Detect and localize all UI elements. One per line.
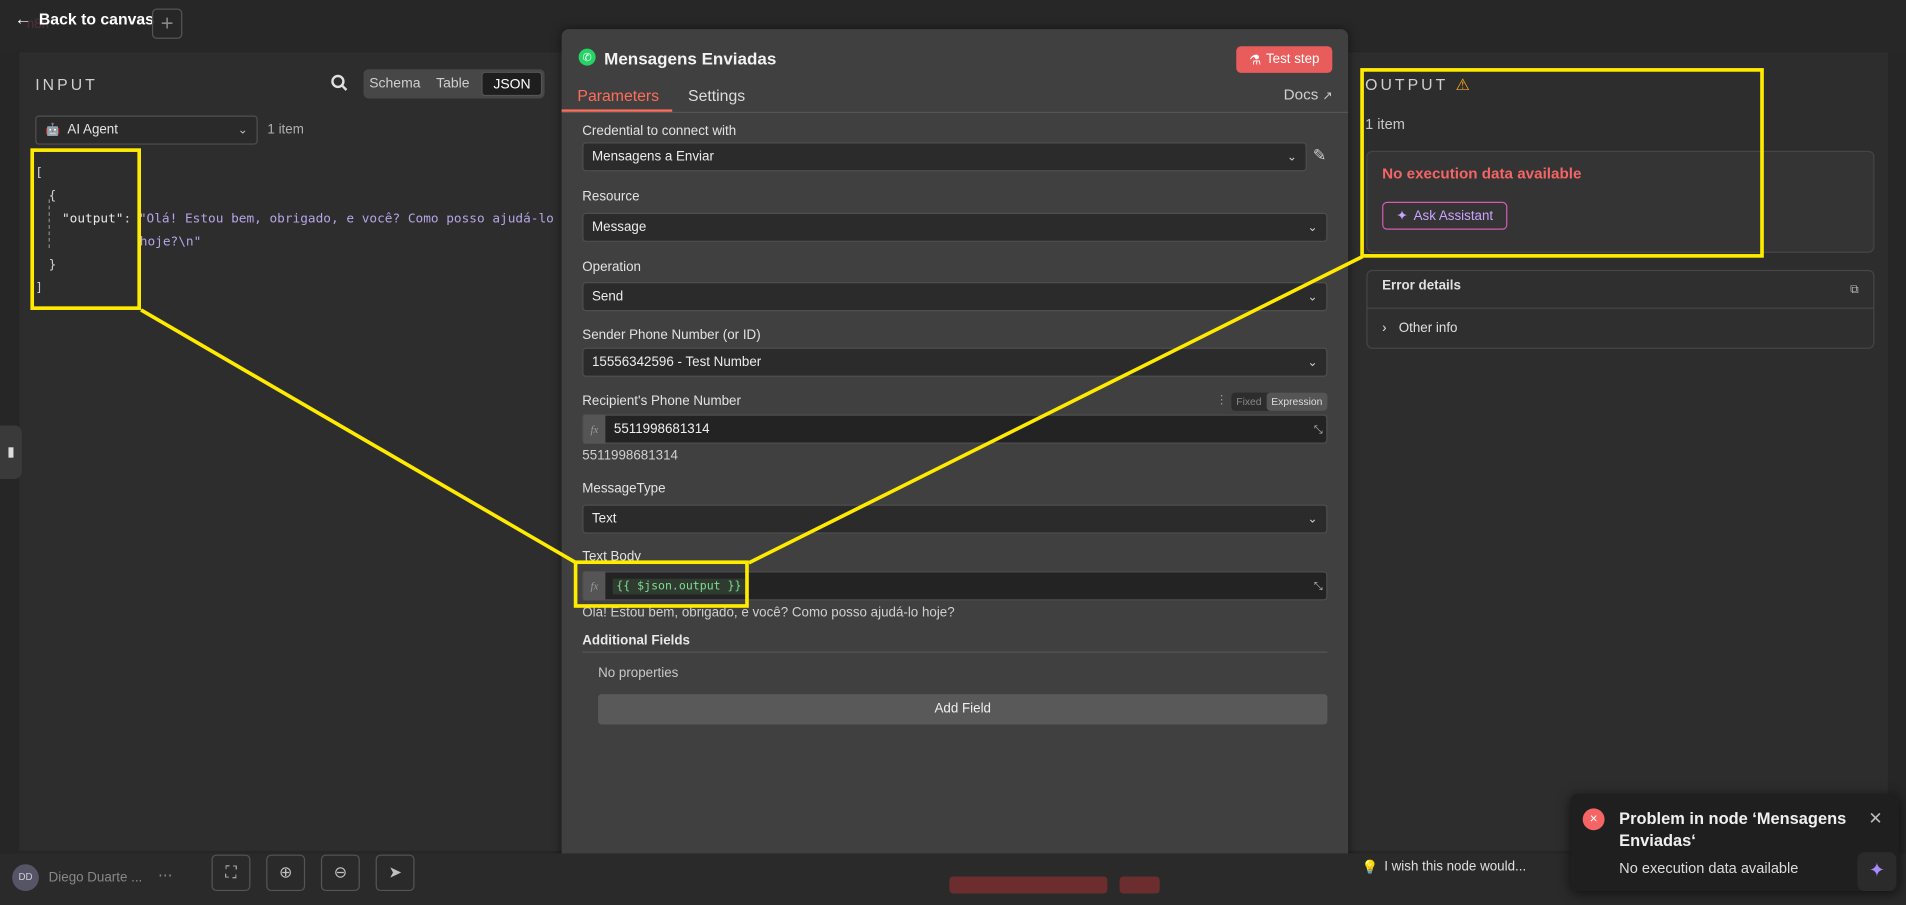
highlight-connector-lines: [140, 254, 1364, 565]
